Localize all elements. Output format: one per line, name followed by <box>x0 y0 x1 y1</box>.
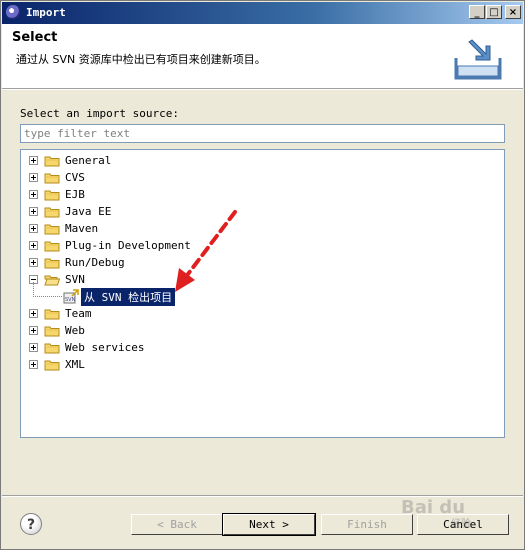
expand-icon[interactable] <box>29 343 38 352</box>
tree-item-label: Maven <box>65 222 99 235</box>
import-wizard-icon <box>454 39 502 80</box>
expand-icon[interactable] <box>29 207 38 216</box>
eclipse-icon <box>6 5 20 19</box>
finish-button[interactable]: Finish <box>321 514 413 535</box>
wizard-header: Select 通过从 SVN 资源库中检出已有项目来创建新项目。 <box>2 24 523 89</box>
next-button[interactable]: Next > <box>222 513 316 536</box>
watermark-subtext: 经验 <box>451 519 471 530</box>
page-title: Select <box>12 30 58 45</box>
header-separator <box>2 89 523 90</box>
close-button[interactable]: × <box>505 5 521 19</box>
import-source-tree[interactable]: General CVS EJB Java EE Maven Plug-in De… <box>20 149 505 438</box>
tree-item-label: EJB <box>65 188 85 201</box>
back-button[interactable]: < Back <box>131 514 223 535</box>
tree-item-team[interactable]: Team <box>21 305 481 322</box>
tree-item-label: SVN <box>65 273 85 286</box>
folder-icon <box>44 309 60 320</box>
tree-item-web[interactable]: Web <box>21 322 481 339</box>
tree-item-label: XML <box>65 358 85 371</box>
tree-item-svn[interactable]: SVN <box>21 271 481 288</box>
tree-item-java-ee[interactable]: Java EE <box>21 203 481 220</box>
svg-text:SVN: SVN <box>65 297 76 303</box>
tree-item-plugin-development[interactable]: Plug-in Development <box>21 237 481 254</box>
tree-item-label: Team <box>65 307 92 320</box>
folder-icon <box>44 224 60 235</box>
minimize-button[interactable]: _ <box>469 5 485 19</box>
expand-icon[interactable] <box>29 360 38 369</box>
tree-item-label: Web services <box>65 341 145 354</box>
tree-item-label: CVS <box>65 171 85 184</box>
tree-item-label: Web <box>65 324 85 337</box>
tree-item-checkout-from-svn[interactable]: SVN 从 SVN 检出项目 <box>21 282 481 306</box>
folder-icon <box>44 241 60 252</box>
tree-connector <box>33 282 62 297</box>
tree-item-label: Run/Debug <box>65 256 125 269</box>
folder-icon <box>44 190 60 201</box>
help-icon[interactable]: ? <box>20 513 42 535</box>
folder-icon <box>44 207 60 218</box>
expand-icon[interactable] <box>29 309 38 318</box>
tree-item-label: Java EE <box>65 205 112 218</box>
page-description: 通过从 SVN 资源库中检出已有项目来创建新项目。 <box>16 53 266 66</box>
expand-icon[interactable] <box>29 190 38 199</box>
window-title: Import <box>26 6 66 19</box>
title-bar[interactable]: Import _ □ × <box>2 2 523 24</box>
tree-item-run-debug[interactable]: Run/Debug <box>21 254 481 271</box>
expand-icon[interactable] <box>29 156 38 165</box>
tree-item-cvs[interactable]: CVS <box>21 169 481 186</box>
folder-icon <box>44 326 60 337</box>
tree-item-xml[interactable]: XML <box>21 356 481 373</box>
tree-item-web-services[interactable]: Web services <box>21 339 481 356</box>
folder-icon <box>44 173 60 184</box>
svn-checkout-icon: SVN <box>63 289 79 304</box>
folder-icon <box>44 258 60 269</box>
folder-icon <box>44 343 60 354</box>
import-source-label: Select an import source: <box>20 107 179 120</box>
expand-icon[interactable] <box>29 326 38 335</box>
tree-item-label: General <box>65 154 112 167</box>
folder-icon <box>44 360 60 371</box>
tree-item-ejb[interactable]: EJB <box>21 186 481 203</box>
folder-icon <box>44 156 60 167</box>
tree-item-label: Plug-in Development <box>65 239 191 252</box>
expand-icon[interactable] <box>29 173 38 182</box>
tree-item-maven[interactable]: Maven <box>21 220 481 237</box>
filter-input[interactable] <box>20 124 505 143</box>
tree-item-label-selected: 从 SVN 检出项目 <box>81 288 176 306</box>
expand-icon[interactable] <box>29 224 38 233</box>
expand-icon[interactable] <box>29 258 38 267</box>
tree-item-general[interactable]: General <box>21 152 481 169</box>
import-dialog: Import _ □ × Select 通过从 SVN 资源库中检出已有项目来创… <box>0 0 525 550</box>
maximize-button[interactable]: □ <box>486 5 502 19</box>
expand-icon[interactable] <box>29 241 38 250</box>
baidu-watermark: Bai du 经验 <box>401 497 471 530</box>
